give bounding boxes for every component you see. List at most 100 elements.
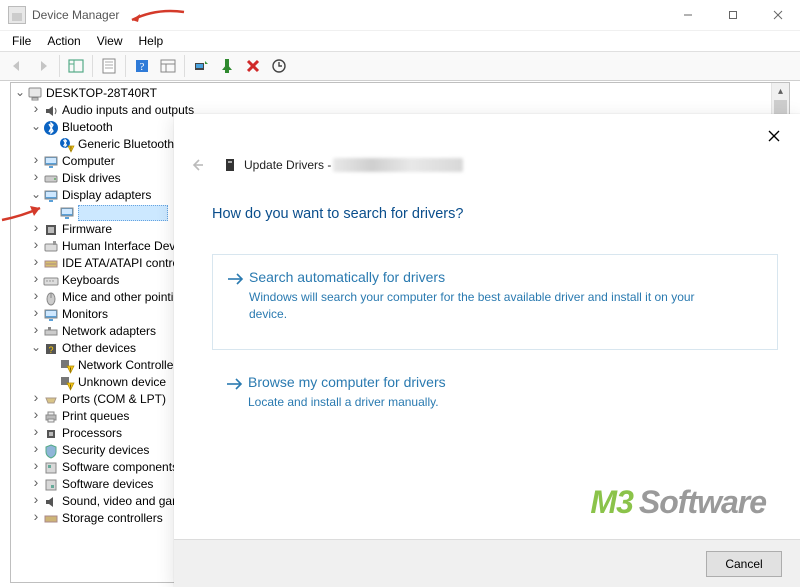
expander-icon[interactable] [13, 85, 27, 102]
toolbar-separator [59, 55, 60, 77]
sound-icon [43, 494, 59, 510]
tree-root[interactable]: DESKTOP-28T40RT [11, 85, 772, 102]
storage-controller-icon [43, 511, 59, 527]
toolbar-separator [125, 55, 126, 77]
scrollbar-up-arrow[interactable]: ▴ [772, 83, 789, 100]
svg-text:?: ? [140, 61, 145, 73]
tree-label: Monitors [62, 306, 108, 323]
dialog-back-button[interactable] [188, 156, 206, 174]
tree-label: Firmware [62, 221, 112, 238]
arrow-right-icon [226, 374, 248, 411]
close-button[interactable] [755, 0, 800, 30]
ports-icon [43, 392, 59, 408]
expander-icon[interactable] [29, 102, 43, 119]
tree-label: Software components [62, 459, 178, 476]
menubar: File Action View Help [0, 31, 800, 51]
app-icon [8, 6, 26, 24]
option-browse-computer[interactable]: Browse my computer for drivers Locate an… [212, 370, 778, 419]
option-title: Browse my computer for drivers [248, 374, 446, 390]
option-title: Search automatically for drivers [249, 269, 729, 285]
enable-device-button[interactable] [215, 54, 239, 78]
firmware-icon [43, 222, 59, 238]
expander-icon[interactable] [29, 119, 43, 136]
show-hide-tree-button[interactable] [64, 54, 88, 78]
tree-label: Storage controllers [62, 510, 163, 527]
dialog-device-name-blurred [333, 158, 463, 172]
update-drivers-dialog: Update Drivers - How do you want to sear… [174, 114, 800, 587]
toolbar-separator [92, 55, 93, 77]
option-description: Windows will search your computer for th… [249, 289, 729, 323]
monitor-icon [43, 307, 59, 323]
audio-icon [43, 103, 59, 119]
tree-label: Bluetooth [62, 119, 113, 136]
tree-label: Processors [62, 425, 122, 442]
tree-label: Keyboards [62, 272, 119, 289]
dialog-close-button[interactable] [762, 124, 786, 148]
menu-action[interactable]: Action [39, 32, 88, 50]
menu-help[interactable]: Help [131, 32, 172, 50]
software-component-icon [43, 460, 59, 476]
expander-icon[interactable] [29, 510, 43, 527]
maximize-button[interactable] [710, 0, 755, 30]
ide-icon [43, 256, 59, 272]
tree-label: Ports (COM & LPT) [62, 391, 166, 408]
tree-label: Network Controller [78, 357, 177, 374]
option-search-automatically[interactable]: Search automatically for drivers Windows… [212, 254, 778, 350]
scan-hardware-button[interactable] [267, 54, 291, 78]
dialog-header: Update Drivers - [188, 156, 463, 174]
expander-icon[interactable] [29, 170, 43, 187]
warning-icon: ! [59, 358, 75, 374]
menu-view[interactable]: View [89, 32, 131, 50]
tree-label: Security devices [62, 442, 149, 459]
cancel-button[interactable]: Cancel [706, 551, 782, 577]
tree-label-blurred [78, 205, 168, 221]
tree-label: Software devices [62, 476, 153, 493]
bluetooth-icon [43, 120, 59, 136]
svg-text:?: ? [48, 345, 53, 355]
dialog-footer: Cancel [174, 539, 800, 587]
tree-label: Print queues [62, 408, 129, 425]
nav-forward-button[interactable] [31, 54, 55, 78]
update-driver-button[interactable] [189, 54, 213, 78]
cpu-icon [43, 426, 59, 442]
drive-icon [222, 157, 238, 173]
dialog-question: How do you want to search for drivers? [212, 206, 463, 222]
disk-icon [43, 171, 59, 187]
uninstall-device-button[interactable] [241, 54, 265, 78]
tree-label: Unknown device [78, 374, 166, 391]
arrow-right-icon [227, 269, 249, 333]
display-adapter-icon [59, 205, 75, 221]
expander-icon[interactable] [29, 340, 43, 357]
minimize-button[interactable] [665, 0, 710, 30]
dialog-title-prefix: Update Drivers - [244, 158, 331, 172]
display-adapter-icon [43, 188, 59, 204]
warning-icon: ! [59, 375, 75, 391]
software-device-icon [43, 477, 59, 493]
printer-icon [43, 409, 59, 425]
tree-root-label: DESKTOP-28T40RT [46, 85, 157, 102]
bluetooth-warning-icon: ! [59, 137, 75, 153]
menu-file[interactable]: File [4, 32, 39, 50]
caption-controls [665, 0, 800, 30]
option-description: Locate and install a driver manually. [248, 394, 446, 411]
keyboard-icon [43, 273, 59, 289]
tree-label: Other devices [62, 340, 136, 357]
expander-icon[interactable] [29, 323, 43, 340]
tree-label: Network adapters [62, 323, 156, 340]
tree-label: Computer [62, 153, 115, 170]
network-icon [43, 324, 59, 340]
mouse-icon [43, 290, 59, 306]
properties-button[interactable] [97, 54, 121, 78]
toolbar-separator [184, 55, 185, 77]
computer-icon [43, 154, 59, 170]
tree-label: Display adapters [62, 187, 151, 204]
expander-icon[interactable] [29, 187, 43, 204]
titlebar: Device Manager [0, 0, 800, 31]
security-icon [43, 443, 59, 459]
nav-back-button[interactable] [5, 54, 29, 78]
tree-label: Disk drives [62, 170, 121, 187]
window-title: Device Manager [32, 8, 119, 22]
action-button[interactable] [156, 54, 180, 78]
help-button[interactable]: ? [130, 54, 154, 78]
toolbar: ? [0, 51, 800, 81]
